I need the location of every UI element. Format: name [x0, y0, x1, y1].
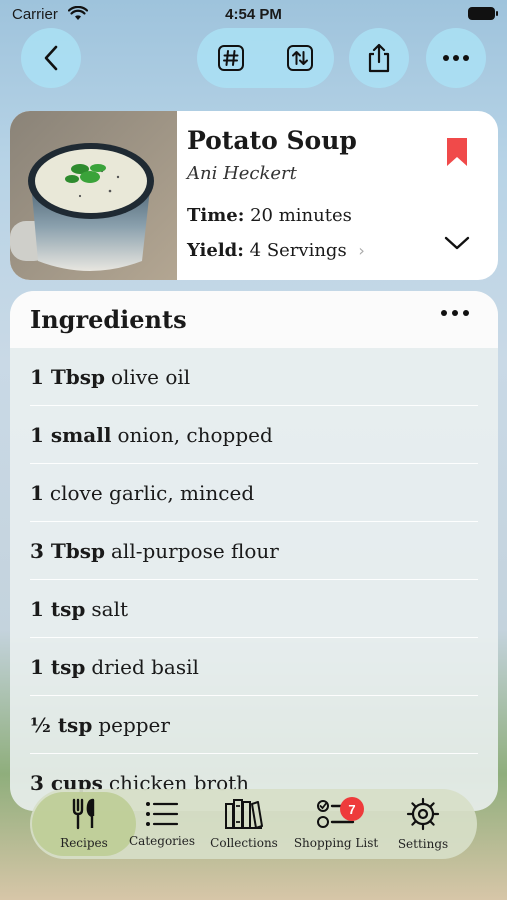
- ingredient-qty: 1 small: [30, 423, 112, 447]
- ingredients-list: 1 Tbsp olive oil 1 small onion, chopped 1c…: [10, 348, 498, 811]
- time-value: 20 minutes: [250, 205, 352, 226]
- time-label: Time:: [187, 205, 245, 226]
- ingredient-qty: 3 Tbsp: [30, 539, 105, 563]
- yield-value: 4 Servings: [249, 240, 347, 261]
- back-button[interactable]: [21, 28, 81, 88]
- chevron-right-icon: ›: [358, 241, 365, 260]
- fork-knife-icon: [72, 798, 95, 830]
- ingredient-qty: 1 tsp: [30, 655, 86, 679]
- ingredient-row[interactable]: 1 tsp salt: [10, 580, 498, 638]
- recipe-author: Ani Heckert: [187, 163, 297, 184]
- recipe-yield[interactable]: Yield: 4 Servings ›: [187, 240, 365, 261]
- ellipsis-icon[interactable]: [440, 309, 470, 317]
- tab-label: Shopping List: [293, 836, 379, 850]
- ingredient-row[interactable]: 1 clove garlic, minced: [10, 464, 498, 522]
- books-icon: [225, 799, 263, 829]
- tab-label: Recipes: [60, 836, 108, 850]
- bookmark-icon[interactable]: [446, 137, 468, 167]
- tab-label: Collections: [210, 836, 278, 850]
- ingredients-header: Ingredients: [10, 291, 498, 348]
- hashtag-icon: [218, 45, 244, 71]
- chevron-left-icon: [44, 45, 58, 71]
- share-button[interactable]: [349, 28, 409, 88]
- ingredient-qty: 1 Tbsp: [30, 365, 105, 389]
- chevron-down-icon[interactable]: [444, 235, 470, 251]
- ingredient-qty: 1: [30, 481, 44, 505]
- tab-bar: Recipes Categories Collections Shopping: [30, 789, 477, 859]
- number-button[interactable]: [197, 28, 265, 88]
- ingredient-text: salt: [91, 597, 128, 621]
- ingredient-row[interactable]: 3 Tbsp all-purpose flour: [10, 522, 498, 580]
- more-button[interactable]: [426, 28, 486, 88]
- ingredient-row[interactable]: 1 small onion, chopped: [10, 406, 498, 464]
- toolbar-pill: [197, 28, 334, 88]
- share-icon: [368, 43, 390, 73]
- tab-settings[interactable]: Settings: [392, 789, 454, 859]
- battery-icon: [468, 7, 498, 20]
- clock: 4:54 PM: [225, 6, 282, 23]
- convert-button[interactable]: [266, 28, 334, 88]
- ingredient-text: all-purpose flour: [111, 539, 279, 563]
- recipe-card[interactable]: Potato Soup Ani Heckert Time: 20 minutes…: [10, 111, 498, 280]
- ingredients-panel: Ingredients 1 Tbsp olive oil 1 small onion…: [10, 291, 498, 811]
- gear-icon: [406, 797, 440, 831]
- recipe-time: Time: 20 minutes: [187, 205, 352, 226]
- ingredient-text: clove garlic, minced: [49, 481, 255, 505]
- ingredient-row[interactable]: 1 tsp dried basil: [10, 638, 498, 696]
- list-icon: [146, 802, 179, 826]
- ingredient-row[interactable]: ½ tsp pepper: [10, 696, 498, 754]
- ellipsis-icon: [443, 55, 469, 61]
- ingredient-text: olive oil: [111, 365, 191, 389]
- ingredient-text: onion, chopped: [117, 423, 273, 447]
- tab-shopping-list[interactable]: Shopping List 7: [294, 789, 378, 859]
- ingredients-title: Ingredients: [30, 305, 187, 334]
- ingredient-row[interactable]: 1 Tbsp olive oil: [10, 348, 498, 406]
- yield-label: Yield:: [187, 240, 244, 261]
- swap-arrows-icon: [287, 45, 313, 71]
- ingredient-text: pepper: [98, 713, 170, 737]
- tab-label: Settings: [397, 837, 449, 851]
- recipe-photo: [10, 111, 177, 280]
- ingredient-qty: 1 tsp: [30, 597, 86, 621]
- ingredient-qty: ½ tsp: [30, 713, 93, 737]
- ingredient-text: dried basil: [91, 655, 199, 679]
- recipe-title: Potato Soup: [187, 126, 357, 155]
- tab-categories[interactable]: Categories: [129, 789, 195, 859]
- shopping-list-badge: 7: [340, 797, 364, 821]
- tab-recipes[interactable]: Recipes: [32, 789, 136, 859]
- tab-label: Categories: [129, 834, 195, 848]
- tab-collections[interactable]: Collections: [208, 789, 280, 859]
